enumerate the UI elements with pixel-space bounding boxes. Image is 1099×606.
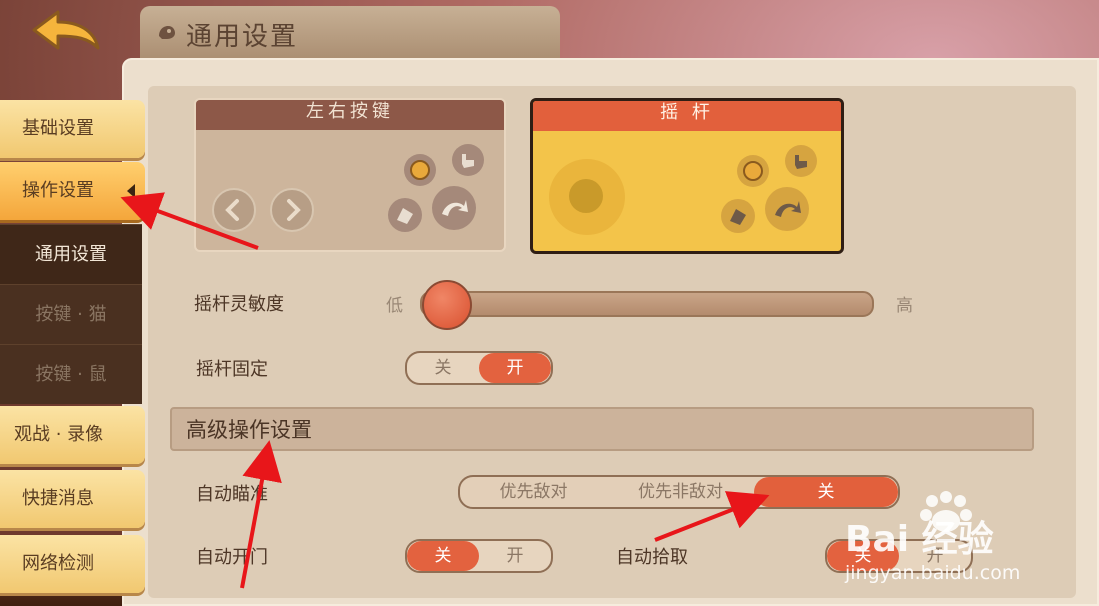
card-title: 左右按键 <box>196 100 504 130</box>
toggle-on-option[interactable]: 开 <box>479 353 551 383</box>
nav-basic-settings[interactable]: 基础设置 <box>0 100 145 158</box>
submenu-label: 按键 · 猫 <box>35 304 107 325</box>
toggle-off-option[interactable]: 关 <box>407 353 479 383</box>
auto-aim-option[interactable]: 优先非敌对 <box>607 477 754 507</box>
jump-icon <box>765 187 809 231</box>
auto-aim-selector[interactable]: 优先敌对 优先非敌对 关 <box>458 475 900 509</box>
section-title: 高级操作设置 <box>186 418 312 442</box>
card-title: 摇 杆 <box>533 101 841 131</box>
watermark-url: jingyan.baidu.com <box>845 562 1021 584</box>
right-button-icon <box>270 188 314 232</box>
caret-left-icon <box>127 184 135 198</box>
watermark-brand: Bai 经验 <box>845 519 994 560</box>
control-mode-joystick[interactable]: 摇 杆 <box>530 98 844 254</box>
joystick-fixed-label: 摇杆固定 <box>196 359 268 380</box>
auto-door-label: 自动开门 <box>196 547 268 568</box>
toggle-off-option[interactable]: 关 <box>407 541 479 571</box>
auto-door-toggle[interactable]: 关 开 <box>405 539 553 573</box>
toggle-on-option[interactable]: 开 <box>479 541 551 571</box>
use-item-icon <box>721 199 755 233</box>
control-submenu: 通用设置 按键 · 猫 按键 · 鼠 <box>0 224 142 404</box>
sensitivity-slider[interactable] <box>420 280 874 330</box>
submenu-keys-cat[interactable]: 按键 · 猫 <box>0 284 142 345</box>
interact-hand-icon <box>785 145 817 177</box>
sensitivity-high-label: 高 <box>896 296 913 316</box>
nav-label: 基础设置 <box>22 118 94 139</box>
interact-hand-icon <box>452 144 484 176</box>
joystick-fixed-toggle[interactable]: 关 开 <box>405 351 553 385</box>
slider-knob[interactable] <box>421 280 472 330</box>
auto-aim-option[interactable]: 优先敌对 <box>460 477 607 507</box>
nav-network-check[interactable]: 网络检测 <box>0 535 145 593</box>
control-mode-buttons[interactable]: 左右按键 <box>194 98 506 252</box>
settings-icon <box>159 26 175 39</box>
advanced-section-header: 高级操作设置 <box>170 407 1034 451</box>
nav-label: 快捷消息 <box>22 488 94 509</box>
auto-pickup-label: 自动拾取 <box>616 547 688 568</box>
item-skill-icon <box>737 155 769 187</box>
nav-label: 观战 · 录像 <box>14 424 104 445</box>
item-skill-icon <box>404 154 436 186</box>
sensitivity-label: 摇杆灵敏度 <box>194 294 284 315</box>
auto-aim-label: 自动瞄准 <box>196 484 268 505</box>
submenu-label: 按键 · 鼠 <box>35 364 107 385</box>
jump-icon <box>432 186 476 230</box>
nav-label: 网络检测 <box>22 553 94 574</box>
nav-spectate-replay[interactable]: 观战 · 录像 <box>0 406 145 464</box>
submenu-general[interactable]: 通用设置 <box>0 224 142 285</box>
left-button-icon <box>212 188 256 232</box>
submenu-label: 通用设置 <box>35 244 107 265</box>
use-item-icon <box>388 198 422 232</box>
page-title: 通用设置 <box>186 22 299 52</box>
nav-label: 操作设置 <box>22 180 94 201</box>
nav-control-settings[interactable]: 操作设置 <box>0 162 145 220</box>
submenu-keys-mouse[interactable]: 按键 · 鼠 <box>0 344 142 405</box>
sensitivity-low-label: 低 <box>386 296 403 316</box>
joystick-knob-icon <box>569 179 603 213</box>
nav-quick-messages[interactable]: 快捷消息 <box>0 470 145 528</box>
back-arrow-icon[interactable] <box>30 8 102 56</box>
